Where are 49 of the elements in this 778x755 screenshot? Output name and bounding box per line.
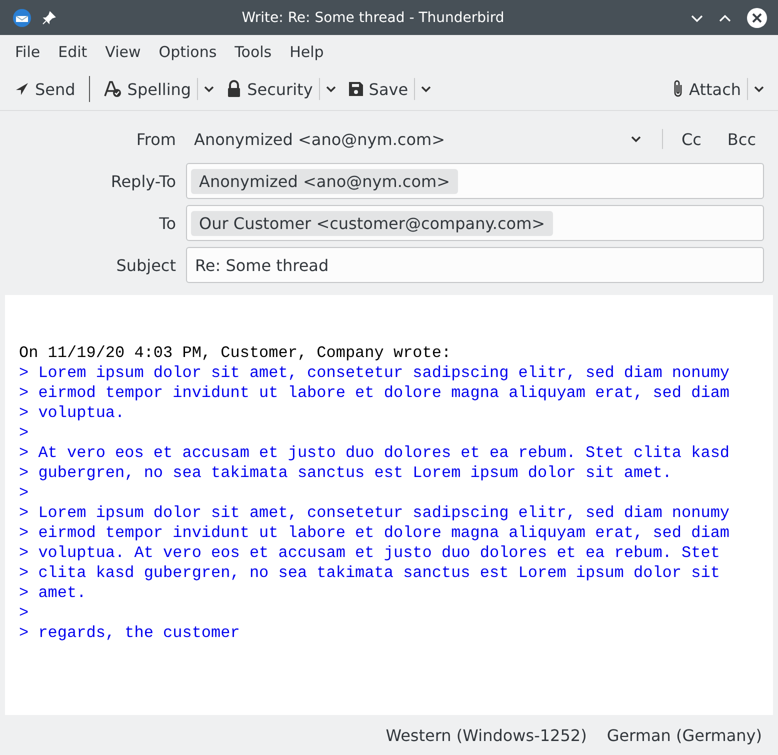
menu-item[interactable]: Help	[280, 42, 333, 60]
quoted-line: > amet.	[19, 583, 88, 603]
recipient-pill[interactable]: Anonymized <ano@nym.com>	[191, 168, 458, 194]
paperclip-icon	[672, 79, 684, 99]
quoted-line: > voluptua. At vero eos et accusam et justo duo dolores et ea rebum. Stet	[19, 543, 721, 563]
recipient-pill[interactable]: Our Customer <customer@company.com>	[191, 210, 554, 236]
field-label: To	[158, 214, 176, 232]
toolbar-button[interactable]: Send	[8, 76, 82, 102]
menu-item[interactable]: Edit	[49, 42, 96, 60]
bcc-button[interactable]: Bcc	[719, 130, 764, 148]
close-icon[interactable]	[746, 6, 768, 28]
field-label: From	[135, 130, 176, 148]
toolbar-button[interactable]: Attach	[666, 75, 747, 103]
quoted-line: > regards, the customer	[19, 623, 241, 643]
status-item[interactable]: German (Germany)	[606, 726, 762, 744]
menu-item[interactable]: File	[6, 42, 50, 60]
quoted-line: > Lorem ipsum dolor sit amet, consetetur sadipscing elitr, sed diam nonumy	[19, 503, 731, 523]
window-title: Write: Re: Some thread - Thunderbird	[240, 10, 506, 26]
toolbar-button[interactable]: Save	[342, 76, 414, 102]
quoted-line: > voluptua.	[19, 403, 126, 423]
quoted-line: > gubergren, no sea takimata sanctus est Lorem ipsum dolor sit amet.	[19, 463, 673, 483]
field-label: Reply-To	[110, 172, 176, 190]
quoted-line: > eirmod tempor invidunt ut labore et dolore magna aliquyam erat, sed diam	[19, 383, 731, 403]
menu-item[interactable]: Tools	[226, 42, 281, 60]
toolbar-button[interactable]: Spelling	[98, 76, 198, 102]
recipient-field[interactable]: Anonymized <ano@nym.com>	[186, 163, 764, 199]
menu-item[interactable]: Options	[150, 42, 226, 60]
cc-button[interactable]: Cc	[673, 130, 710, 148]
lock-icon	[226, 80, 242, 98]
send-icon	[14, 81, 30, 97]
pin-icon[interactable]	[42, 10, 56, 24]
toolbar-button[interactable]: Security	[220, 76, 319, 102]
quoted-line: >	[19, 423, 30, 443]
app-logo-icon	[12, 8, 32, 28]
quoted-line: > eirmod tempor invidunt ut labore et dolore magna aliquyam erat, sed diam	[19, 523, 731, 543]
save-icon	[348, 81, 364, 97]
attribution-line: On 11/19/20 4:03 PM, Customer, Company wrote:	[19, 343, 452, 363]
quoted-line: >	[19, 483, 30, 503]
field-label: Subject	[115, 256, 176, 274]
from-select[interactable]: Anonymized <ano@nym.com>	[186, 130, 652, 148]
status-item[interactable]: Western (Windows-1252)	[386, 726, 587, 744]
spelling-icon	[104, 80, 122, 98]
quoted-line: > At vero eos et accusam et justo duo dolores et ea rebum. Stet clita kasd	[19, 443, 731, 463]
menu-item[interactable]: View	[96, 42, 150, 60]
quoted-line: >	[19, 603, 30, 623]
recipient-field[interactable]: Our Customer <customer@company.com>	[186, 205, 764, 241]
quoted-line: > clita kasd gubergren, no sea takimata sanctus est Lorem ipsum dolor sit	[19, 563, 721, 583]
subject-field[interactable]: Re: Some thread	[186, 247, 764, 283]
quoted-line: > Lorem ipsum dolor sit amet, consetetur sadipscing elitr, sed diam nonumy	[19, 363, 731, 383]
